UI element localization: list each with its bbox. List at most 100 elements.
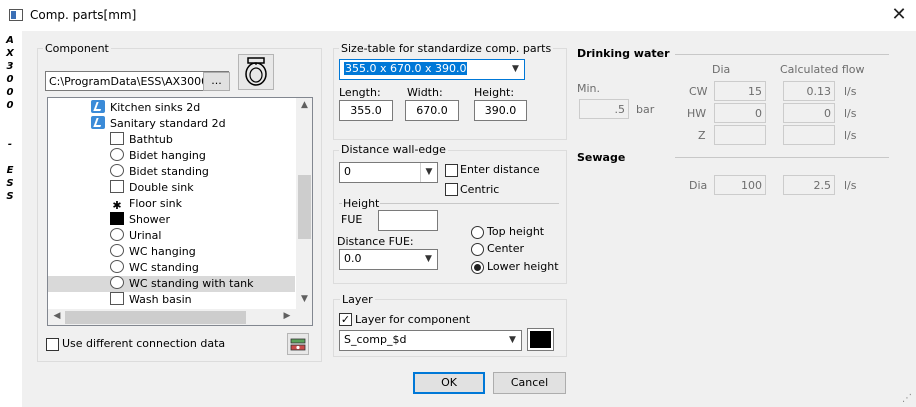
wash-basin-icon: [110, 292, 124, 305]
distance-fue-select[interactable]: 0.0 ▼: [339, 249, 438, 270]
side-letter: -: [7, 139, 13, 150]
chevron-down-icon[interactable]: ▼: [507, 60, 524, 79]
sewage-flow-input[interactable]: 2.5: [783, 175, 835, 195]
scroll-left-icon[interactable]: ◀: [50, 311, 64, 321]
tree-item[interactable]: Kitchen sinks 2d: [48, 100, 295, 116]
centric-label: Centric: [460, 183, 500, 196]
width-input[interactable]: 670.0: [405, 100, 459, 121]
width-label: Width:: [407, 86, 443, 99]
connection-data-button[interactable]: [287, 333, 309, 355]
tree-item[interactable]: WC standing with tank: [48, 276, 295, 292]
centric-checkbox[interactable]: [445, 183, 458, 196]
tree-item-label: WC standing with tank: [129, 277, 254, 290]
ok-button[interactable]: OK: [413, 372, 485, 394]
tree-item[interactable]: Shower: [48, 212, 295, 228]
wc-icon: [110, 276, 124, 289]
hw-label: HW: [687, 107, 707, 120]
sewage-unit: l/s: [844, 179, 857, 192]
browse-button[interactable]: ...: [203, 72, 230, 91]
title-bar: [0, 0, 916, 31]
tree-vscroll-thumb[interactable]: [298, 175, 311, 239]
tree-item[interactable]: Bidet hanging: [48, 148, 295, 164]
layer-color-button[interactable]: [527, 328, 554, 351]
fue-input[interactable]: [378, 210, 438, 231]
min-unit: bar: [636, 103, 655, 116]
side-letter: X: [6, 48, 14, 59]
folder-icon: [91, 100, 105, 113]
tree-item[interactable]: Urinal: [48, 228, 295, 244]
cw-unit: l/s: [844, 85, 857, 98]
tree-item[interactable]: ✱ Floor sink: [48, 196, 295, 212]
top-height-label: Top height: [487, 225, 545, 238]
scroll-right-icon[interactable]: ▶: [280, 311, 294, 321]
scroll-up-icon[interactable]: ▲: [296, 100, 312, 110]
hw-flow-input[interactable]: 0: [783, 103, 835, 123]
resize-grip-icon[interactable]: ⋰: [902, 393, 914, 405]
use-different-connection-checkbox[interactable]: [46, 338, 59, 351]
height-input[interactable]: 390.0: [474, 100, 527, 121]
enter-distance-checkbox[interactable]: [445, 164, 458, 177]
tree-item-label: Wash basin: [129, 293, 192, 306]
folder-icon: [91, 116, 105, 129]
component-tree[interactable]: Kitchen sinks 2d Sanitary standard 2d Bath…: [47, 97, 313, 326]
tree-item[interactable]: WC hanging: [48, 244, 295, 260]
side-letter: 0: [6, 100, 14, 111]
distance-select[interactable]: 0 ▼: [339, 162, 438, 183]
tree-item[interactable]: Bidet standing: [48, 164, 295, 180]
hw-dia-input[interactable]: 0: [714, 103, 766, 123]
lower-height-radio[interactable]: [471, 261, 484, 274]
tree-item-label: Urinal: [129, 229, 162, 242]
close-icon[interactable]: ✕: [886, 4, 912, 26]
hw-unit: l/s: [844, 107, 857, 120]
min-label: Min.: [577, 82, 601, 95]
component-path-field[interactable]: C:\ProgramData\ESS\AX3000.b: [45, 71, 229, 91]
bathtub-icon: [110, 132, 124, 145]
tree-item[interactable]: Sanitary standard 2d: [48, 116, 295, 132]
tree-hscroll-thumb[interactable]: [65, 311, 246, 324]
tree-item[interactable]: Double sink: [48, 180, 295, 196]
layer-checkbox[interactable]: ✓: [339, 313, 352, 326]
tree-item[interactable]: WC standing: [48, 260, 295, 276]
wc-icon: [110, 260, 124, 273]
app-icon: [9, 9, 23, 21]
distance-selected-value: 0: [344, 165, 351, 178]
urinal-icon: [110, 228, 124, 241]
size-table-select[interactable]: 355.0 x 670.0 x 390.0 ▼: [339, 59, 525, 80]
length-input[interactable]: 355.0: [339, 100, 393, 121]
component-preview: [238, 54, 274, 90]
side-letter: A: [6, 35, 14, 46]
chevron-down-icon[interactable]: ▼: [420, 163, 437, 182]
layer-value: S_comp_$d: [344, 333, 407, 346]
tree-item-label: Bidet standing: [129, 165, 209, 178]
z-dia-input[interactable]: [714, 125, 766, 145]
shower-icon: [110, 212, 124, 225]
center-radio[interactable]: [471, 243, 484, 256]
cw-dia-input[interactable]: 15: [714, 81, 766, 101]
side-letter: E: [6, 165, 14, 176]
z-flow-input[interactable]: [783, 125, 835, 145]
window-title: Comp. parts[mm]: [30, 8, 137, 22]
min-pressure-input[interactable]: .5: [579, 99, 629, 119]
scroll-down-icon[interactable]: ▼: [296, 294, 312, 304]
layer-group-label: Layer: [340, 293, 375, 306]
z-label: Z: [698, 129, 706, 142]
tree-item-label: Sanitary standard 2d: [110, 117, 226, 130]
side-letter: 0: [6, 74, 14, 85]
sewage-dia-input[interactable]: 100: [714, 175, 766, 195]
layer-select[interactable]: S_comp_$d ▼: [339, 330, 522, 351]
top-height-radio[interactable]: [471, 226, 484, 239]
cw-flow-input[interactable]: 0.13: [783, 81, 835, 101]
chevron-down-icon[interactable]: ▼: [504, 331, 521, 350]
center-label: Center: [487, 242, 525, 255]
distance-fue-label: Distance FUE:: [337, 235, 414, 248]
tree-item-label: Bidet hanging: [129, 149, 206, 162]
cancel-button[interactable]: Cancel: [493, 372, 566, 394]
bidet-icon: [110, 164, 124, 177]
tree-item[interactable]: Wash basin: [48, 292, 295, 308]
tree-item[interactable]: Bathtub: [48, 132, 295, 148]
length-label: Length:: [339, 86, 381, 99]
cw-label: CW: [689, 85, 708, 98]
enter-distance-label: Enter distance: [460, 163, 540, 176]
chevron-down-icon[interactable]: ▼: [420, 250, 437, 269]
side-spacer: [4, 151, 16, 164]
